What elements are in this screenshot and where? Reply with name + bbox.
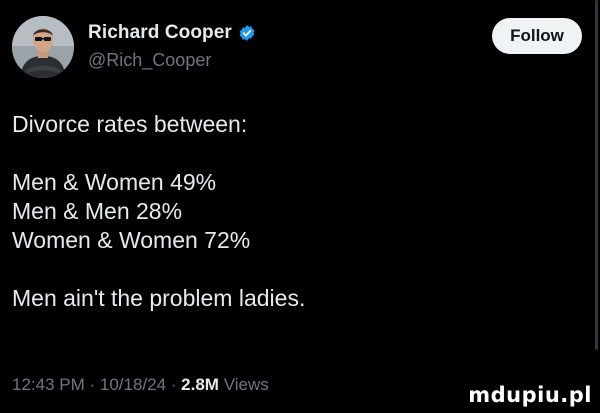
tweet-line: Men ain't the problem ladies. xyxy=(12,285,306,311)
meta-separator: · xyxy=(166,375,182,394)
tweet-line: Men & Men 28% xyxy=(12,198,183,224)
tweet-time[interactable]: 12:43 PM xyxy=(12,375,85,394)
watermark: mdupiu.pl xyxy=(468,383,592,407)
tweet-line: Divorce rates between: xyxy=(12,111,248,137)
follow-button[interactable]: Follow xyxy=(492,18,582,54)
display-name[interactable]: Richard Cooper xyxy=(88,22,232,44)
tweet-header: Richard Cooper @Rich_Cooper Follow xyxy=(10,14,590,78)
meta-separator: · xyxy=(84,375,100,394)
tweet-text: Divorce rates between: Men & Women 49% M… xyxy=(12,110,572,313)
tweet-line: Men & Women 49% xyxy=(12,169,217,195)
avatar[interactable] xyxy=(12,16,74,78)
user-handle[interactable]: @Rich_Cooper xyxy=(88,50,211,71)
verified-badge-icon xyxy=(238,24,256,42)
tweet-metadata: 12:43 PM · 10/18/24 · 2.8M Views xyxy=(12,375,269,395)
tweet-line: Women & Women 72% xyxy=(12,227,251,253)
avatar-photo-icon xyxy=(12,16,74,78)
views-label: Views xyxy=(218,375,269,394)
scrollbar[interactable] xyxy=(595,0,598,350)
views-count: 2.8M xyxy=(181,375,219,394)
name-row: Richard Cooper xyxy=(88,22,256,44)
tweet-date[interactable]: 10/18/24 xyxy=(100,375,166,394)
